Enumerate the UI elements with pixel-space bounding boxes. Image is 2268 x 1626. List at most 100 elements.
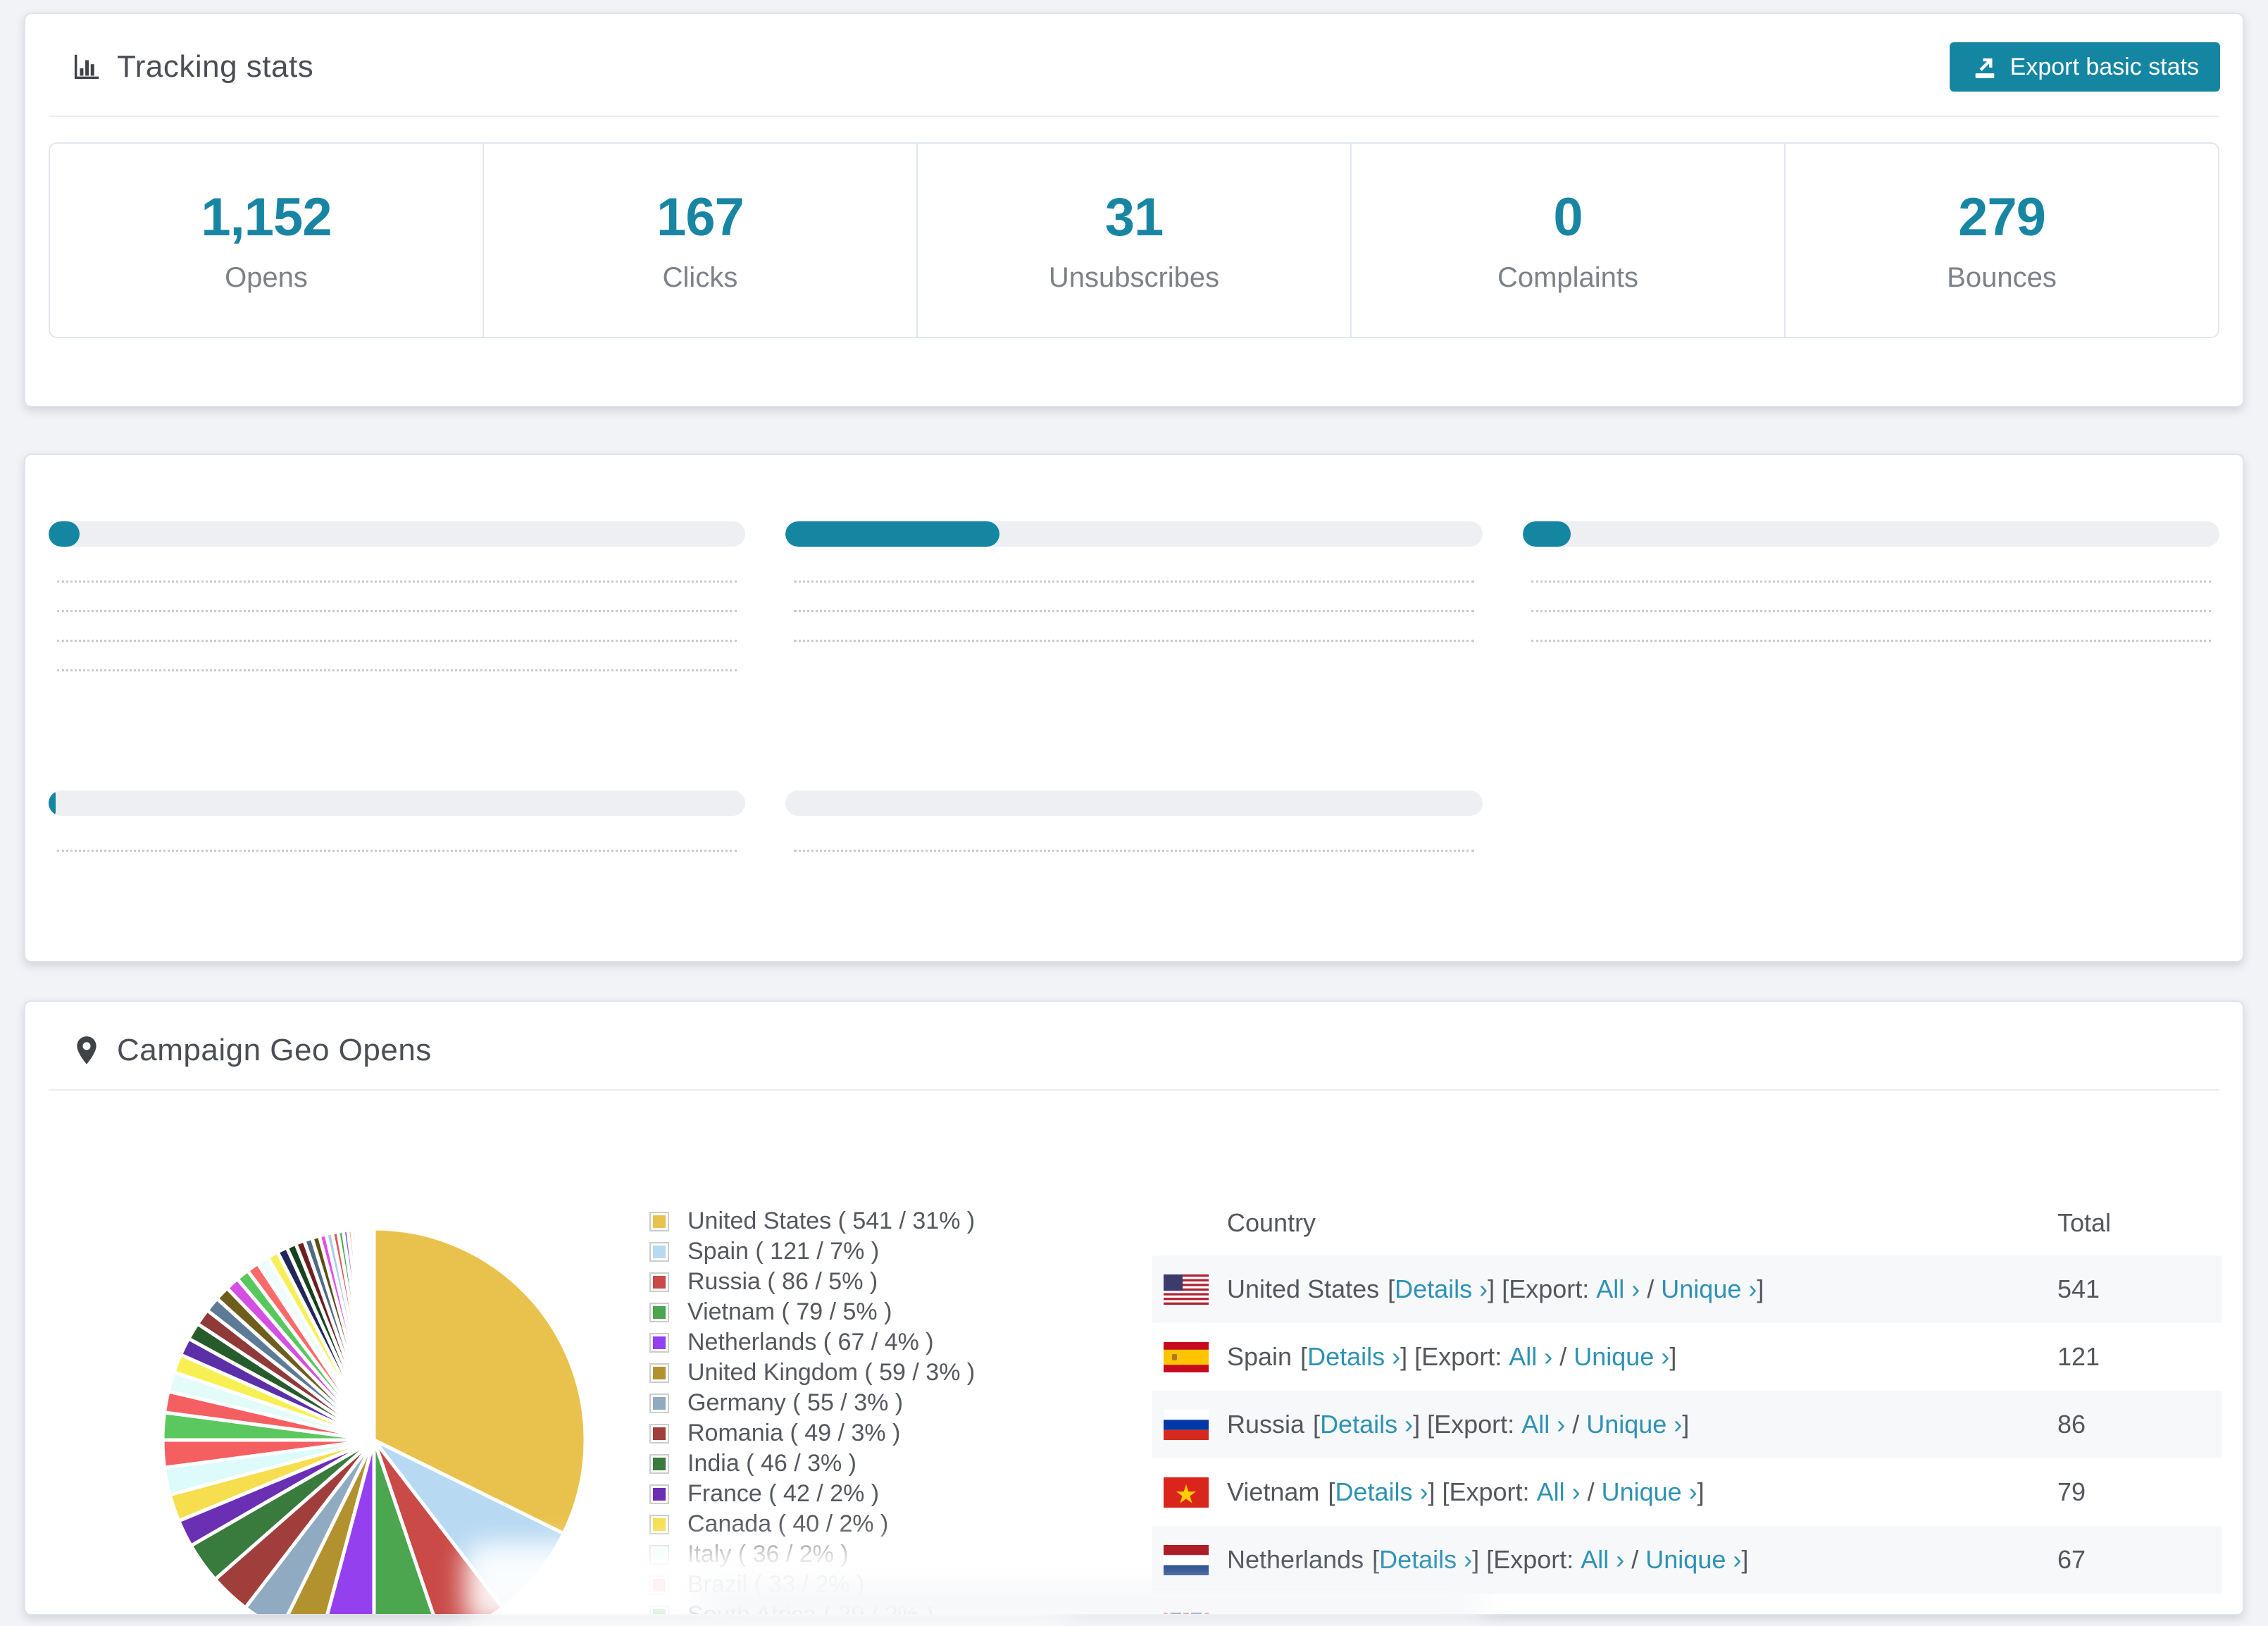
- stat-value: 279: [1958, 187, 2046, 247]
- rate-section-bounce-rate: [1522, 475, 2219, 699]
- stat-label: Bounces: [1947, 262, 2057, 293]
- export-button-label: Export basic stats: [2010, 53, 2199, 80]
- stat-label: Opens: [225, 262, 308, 293]
- table-row-es: Spain [Details ›] [Export: All › / Uniqu…: [1152, 1323, 2222, 1391]
- dotted-leader: [57, 850, 737, 852]
- card-bottom-shadow: [697, 1582, 1486, 1625]
- rate-section-clicks-rate: [49, 475, 746, 699]
- export-icon: [1975, 58, 1994, 78]
- progress-bar: [1522, 521, 2219, 547]
- details-link[interactable]: Details ›: [1335, 1477, 1428, 1507]
- dotted-leader: [794, 610, 1474, 612]
- table-row-vn: Vietnam [Details ›] [Export: All › / Uni…: [1152, 1458, 2222, 1526]
- legend-swatch: [649, 1272, 669, 1292]
- export-all-link[interactable]: All ›: [1521, 1410, 1565, 1439]
- dotted-leader: [1531, 610, 2211, 612]
- rate-row: [49, 850, 745, 858]
- legend-label: Russia ( 86 / 5% ): [687, 1268, 878, 1295]
- rates-grid: [49, 475, 2219, 879]
- legend-label: Germany ( 55 / 3% ): [687, 1389, 904, 1416]
- stat-cell-unsubscribes: 31 Unsubscribes: [918, 144, 1352, 337]
- progress-bar: [785, 790, 1483, 816]
- rate-row: [49, 581, 745, 589]
- export-prefix: [Export:: [1530, 1613, 1617, 1614]
- summary-stats-box: 1,152 Opens 167 Clicks 31 Unsubscribes 0 Compla…: [49, 142, 2219, 338]
- country-name: United States: [1227, 1274, 1380, 1303]
- legend-item-fr: France ( 42 / 2% ): [649, 1479, 975, 1509]
- stat-value: 0: [1553, 187, 1583, 247]
- legend-label: Vietnam ( 79 / 5% ): [687, 1298, 892, 1325]
- export-prefix: [Export:: [1442, 1477, 1530, 1506]
- country-name: Netherlands: [1227, 1545, 1364, 1574]
- legend-swatch: [649, 1363, 669, 1383]
- stat-cell-bounces: 279 Bounces: [1786, 144, 2218, 337]
- legend-label: France ( 42 / 2% ): [687, 1480, 880, 1507]
- export-all-link[interactable]: All ›: [1581, 1545, 1624, 1575]
- export-unique-link[interactable]: Unique ›: [1689, 1613, 1785, 1614]
- legend-item-de: Germany ( 55 / 3% ): [649, 1388, 975, 1418]
- rate-row: [49, 669, 745, 678]
- rate-row: [785, 850, 1482, 858]
- details-link[interactable]: Details ›: [1320, 1410, 1413, 1439]
- legend-label: United Kingdom ( 59 / 3% ): [687, 1359, 976, 1386]
- legend-item-nl: Netherlands ( 67 / 4% ): [649, 1327, 975, 1358]
- rate-section-opens-rate: [785, 475, 1483, 699]
- stat-label: Unsubscribes: [1048, 262, 1220, 293]
- page-title: Tracking stats: [117, 49, 314, 84]
- geo-table-header: Country Total: [1152, 1191, 2222, 1255]
- export-unique-link[interactable]: Unique ›: [1602, 1477, 1697, 1507]
- rate-row: [1523, 581, 2219, 589]
- export-prefix: [Export:: [1427, 1410, 1515, 1439]
- progress-bar: [785, 521, 1483, 547]
- country-total: 86: [2057, 1410, 2086, 1439]
- legend-item-ro: Romania ( 49 / 3% ): [649, 1418, 975, 1448]
- flag-icon-vn: [1164, 1477, 1209, 1508]
- export-unique-link[interactable]: Unique ›: [1661, 1274, 1757, 1304]
- table-row-ru: Russia [Details ›] [Export: All › / Uniq…: [1152, 1391, 2222, 1458]
- stat-value: 31: [1104, 187, 1164, 247]
- dotted-leader: [57, 581, 737, 583]
- stat-label: Clicks: [662, 262, 738, 293]
- country-total: 59: [2057, 1613, 2222, 1614]
- details-link[interactable]: Details ›: [1395, 1274, 1488, 1304]
- rate-section-complaints-rate: [785, 744, 1483, 879]
- export-unique-link[interactable]: Unique ›: [1586, 1410, 1682, 1439]
- export-all-link[interactable]: All ›: [1596, 1274, 1640, 1304]
- country-name: Vietnam: [1227, 1477, 1320, 1506]
- dotted-leader: [794, 581, 1474, 583]
- geo-section-title: Campaign Geo Opens: [117, 1033, 432, 1067]
- tracking-stats-header: Tracking stats Export basic stats: [25, 14, 2243, 116]
- legend-label: Romania ( 49 / 3% ): [687, 1420, 901, 1446]
- country-total: 67: [2057, 1545, 2086, 1574]
- dotted-leader: [57, 610, 737, 612]
- legend-label: United States ( 541 / 31% ): [687, 1208, 976, 1234]
- legend-item-vn: Vietnam ( 79 / 5% ): [649, 1297, 975, 1327]
- legend-item-in: India ( 46 / 3% ): [649, 1448, 975, 1479]
- export-all-link[interactable]: All ›: [1537, 1477, 1581, 1507]
- dotted-leader: [794, 640, 1474, 642]
- legend-item-us: United States ( 541 / 31% ): [649, 1206, 975, 1236]
- dotted-leader: [57, 669, 737, 671]
- details-link[interactable]: Details ›: [1379, 1545, 1472, 1575]
- export-all-link[interactable]: All ›: [1509, 1342, 1552, 1372]
- legend-label: Netherlands ( 67 / 4% ): [687, 1329, 934, 1355]
- pie-slice-other-36[interactable]: [371, 1227, 376, 1441]
- table-row-us: United States [Details ›] [Export: All ›…: [1152, 1255, 2222, 1323]
- export-all-link[interactable]: All ›: [1624, 1613, 1668, 1614]
- rates-card: [24, 454, 2244, 962]
- export-basic-stats-button[interactable]: Export basic stats: [1949, 42, 2220, 92]
- details-link[interactable]: Details ›: [1307, 1342, 1400, 1372]
- rate-row: [49, 640, 745, 648]
- export-unique-link[interactable]: Unique ›: [1645, 1545, 1741, 1575]
- export-unique-link[interactable]: Unique ›: [1574, 1342, 1669, 1372]
- stat-label: Complaints: [1497, 262, 1639, 293]
- flag-icon-nl: [1164, 1544, 1209, 1575]
- export-prefix: [Export:: [1486, 1545, 1574, 1574]
- legend-label: Canada ( 40 / 2% ): [687, 1510, 889, 1537]
- stat-cell-opens: 1,152 Opens: [50, 144, 484, 337]
- legend-swatch: [649, 1211, 669, 1231]
- stat-cell-complaints: 0 Complaints: [1352, 144, 1786, 337]
- rate-row: [785, 610, 1482, 619]
- stat-cell-clicks: 167 Clicks: [484, 144, 918, 337]
- rate-row: [49, 610, 745, 619]
